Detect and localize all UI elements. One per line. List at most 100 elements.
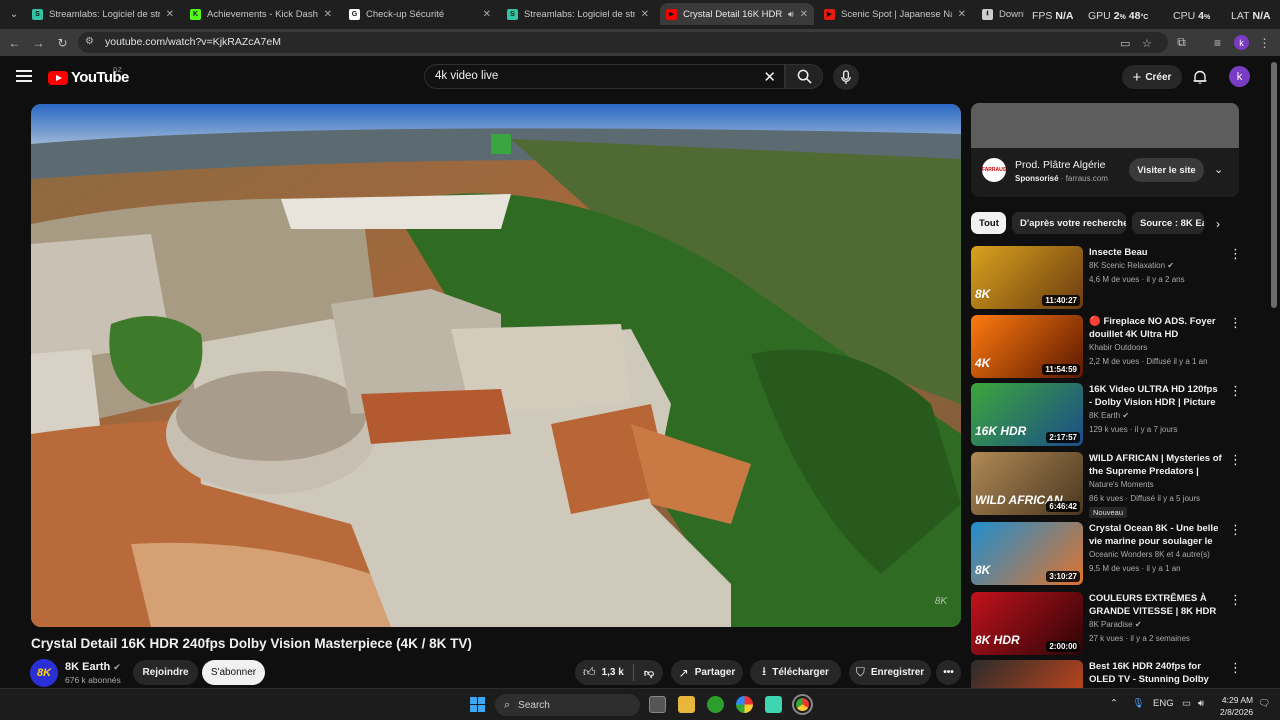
language-indicator[interactable]: ENG xyxy=(1153,698,1174,709)
video-thumbnail[interactable]: WILD AFRICAN 6:46:42 xyxy=(971,452,1083,515)
streamlabs-icon[interactable] xyxy=(765,696,782,713)
account-avatar[interactable]: k xyxy=(1229,66,1250,87)
address-bar[interactable]: ⚙ youtube.com/watch?v=KjkRAZcA7eM ▭ ☆ xyxy=(78,32,1168,53)
tab-close-icon[interactable]: ✕ xyxy=(483,9,491,20)
chrome-icon[interactable] xyxy=(736,696,753,713)
ad-title[interactable]: Prod. Plâtre Algérie xyxy=(1015,159,1105,171)
channel-name[interactable]: Nature's Moments xyxy=(1089,480,1154,489)
visit-site-button[interactable]: Visiter le site xyxy=(1129,158,1204,182)
more-options-icon[interactable]: ⋮ xyxy=(1229,592,1242,608)
browser-profile-avatar[interactable]: k xyxy=(1234,35,1249,50)
back-arrow-icon[interactable]: ← xyxy=(6,34,23,51)
taskbar-search[interactable]: ⌕ Search xyxy=(495,694,640,716)
browser-tab[interactable]: S Streamlabs: Logiciel de streamin ✕ xyxy=(26,3,180,25)
video-thumbnail[interactable]: 8K 11:40:27 xyxy=(971,246,1083,309)
channel-name[interactable]: 8K Scenic Relaxation ✔ xyxy=(1089,261,1174,270)
video-title[interactable]: WILD AFRICAN | Mysteries of the Supreme … xyxy=(1089,452,1223,478)
tab-close-icon[interactable]: ✕ xyxy=(800,9,808,20)
search-query[interactable]: 4k video live xyxy=(435,70,498,82)
video-thumbnail[interactable]: 4K 11:54:59 xyxy=(971,315,1083,378)
tab-close-icon[interactable]: ✕ xyxy=(958,9,966,20)
video-title[interactable]: Insecte Beau xyxy=(1089,246,1223,259)
more-options-icon[interactable]: ⋮ xyxy=(1229,315,1242,331)
browser-menu-icon[interactable]: ⋮ xyxy=(1256,34,1273,51)
site-info-icon[interactable]: ⚙ xyxy=(85,36,99,49)
clock[interactable]: 4:29 AM 2/8/2026 xyxy=(1220,694,1253,718)
video-player[interactable]: 8K xyxy=(31,104,961,627)
more-options-icon[interactable]: ⋮ xyxy=(1229,522,1242,538)
video-title[interactable]: Best 16K HDR 240fps for OLED TV - Stunni… xyxy=(1089,660,1223,686)
recommended-video[interactable]: 8K HDR 2:00:00 COULEURS EXTRÊMES À GRANDE … xyxy=(971,592,1251,656)
search-button[interactable] xyxy=(785,64,823,89)
download-button[interactable]: ⭳ Télécharger xyxy=(750,660,841,685)
browser-tab[interactable]: S Streamlabs: Logiciel de streamin ✕ xyxy=(501,3,655,25)
recommended-video[interactable]: OLEDBest 16K HDR 240fps for OLED TV - St… xyxy=(971,660,1251,720)
channel-name[interactable]: 8K Earth ✔ xyxy=(65,661,121,673)
recommended-video[interactable]: 4K 11:54:59 🔴 Fireplace NO ADS. Foyer doui… xyxy=(971,315,1251,379)
forward-arrow-icon[interactable]: → xyxy=(30,34,47,51)
recommended-video[interactable]: WILD AFRICAN 6:46:42 WILD AFRICAN | Myster… xyxy=(971,452,1251,518)
voice-search-button[interactable] xyxy=(833,64,859,90)
search-input[interactable]: 4k video live ✕ xyxy=(424,64,785,89)
more-options-icon[interactable]: ⋮ xyxy=(1229,383,1242,399)
chip-from-search[interactable]: D'après votre recherche xyxy=(1012,212,1126,234)
video-title[interactable]: 16K Video ULTRA HD 120fps - Dolby Vision… xyxy=(1089,383,1223,409)
more-options-icon[interactable]: ⋮ xyxy=(1229,246,1242,262)
channel-name[interactable]: Oceanic Wonders 8K et 4 autre(s) xyxy=(1089,550,1210,559)
notifications-bell-icon[interactable] xyxy=(1192,69,1208,85)
tray-overflow-icon[interactable]: ⌃ xyxy=(1110,698,1118,709)
share-button[interactable]: ↗ Partager xyxy=(671,660,743,685)
cast-icon[interactable]: ▭ xyxy=(1120,37,1130,50)
channel-name[interactable]: 8K Earth ✔ xyxy=(1089,411,1129,420)
volume-icon[interactable]: 🔊︎ xyxy=(1198,698,1204,709)
video-thumbnail[interactable]: 16K HDR 2:17:57 xyxy=(971,383,1083,446)
tab-close-icon[interactable]: ✕ xyxy=(324,9,332,20)
windows-start-icon[interactable] xyxy=(470,697,485,712)
video-title[interactable]: Crystal Ocean 8K - Une belle vie marine … xyxy=(1089,522,1223,548)
recommended-video[interactable]: 8K 11:40:27 Insecte Beau 8K Scenic Relaxati… xyxy=(971,246,1251,310)
browser-tab[interactable]: ⭳ Download histor xyxy=(976,3,1030,25)
microphone-tray-icon[interactable]: 🎙︎ xyxy=(1132,698,1144,709)
save-button[interactable]: ⛉ Enregistrer xyxy=(849,660,931,685)
like-count[interactable]: 1,3 k xyxy=(602,667,624,678)
reading-list-icon[interactable]: ≡ xyxy=(1209,34,1226,51)
more-options-icon[interactable]: ⋮ xyxy=(1229,660,1242,676)
browser-tab[interactable]: ▶ Scenic Spot | Japanese Nature ✕ xyxy=(818,3,972,25)
xbox-icon[interactable] xyxy=(707,696,724,713)
dislike-button[interactable]: 👎︎ xyxy=(635,660,663,685)
extensions-icon[interactable]: ⧉ xyxy=(1173,34,1190,51)
channel-name[interactable]: 8K Paradise ✔ xyxy=(1089,620,1142,629)
video-thumbnail[interactable]: 8K HDR 2:00:00 xyxy=(971,592,1083,655)
chips-next-arrow-icon[interactable]: › xyxy=(1216,217,1220,231)
thumbs-up-icon[interactable]: 👍︎ xyxy=(583,665,596,680)
video-title[interactable]: 🔴 Fireplace NO ADS. Foyer douillet 4K Ul… xyxy=(1089,315,1223,341)
join-button[interactable]: Rejoindre xyxy=(133,660,198,685)
tab-close-icon[interactable]: ✕ xyxy=(641,9,649,20)
url-text[interactable]: youtube.com/watch?v=KjkRAZcA7eM xyxy=(105,36,281,48)
bookmark-star-icon[interactable]: ☆ xyxy=(1142,37,1152,50)
notification-center-icon[interactable]: 🗨︎ xyxy=(1258,698,1270,709)
task-view-icon[interactable] xyxy=(649,696,666,713)
recommended-video[interactable]: 8K 3:10:27 Crystal Ocean 8K - Une belle vi… xyxy=(971,522,1251,586)
video-thumbnail[interactable]: 8K 3:10:27 xyxy=(971,522,1083,585)
tab-search-chevron-icon[interactable]: ⌄ xyxy=(5,5,23,23)
clear-search-icon[interactable]: ✕ xyxy=(763,68,776,86)
chrome-active-icon[interactable] xyxy=(792,694,813,715)
video-title[interactable]: COULEURS EXTRÊMES À GRANDE VITESSE | 8K … xyxy=(1089,592,1223,618)
subscribe-button[interactable]: S'abonner xyxy=(202,660,265,685)
tab-audio-icon[interactable]: 🔊︎ xyxy=(788,9,794,20)
tab-close-icon[interactable]: ✕ xyxy=(166,9,174,20)
channel-name[interactable]: Khabir Outdoors xyxy=(1089,343,1147,352)
file-explorer-icon[interactable] xyxy=(678,696,695,713)
page-scrollbar[interactable] xyxy=(1271,62,1277,308)
browser-tab[interactable]: ▶ Crystal Detail 16K HDR 240fps 🔊︎ ✕ xyxy=(660,3,814,25)
chevron-down-icon[interactable]: ⌄ xyxy=(1214,163,1223,176)
reload-icon[interactable]: ↻ xyxy=(54,34,71,51)
sponsored-ad-card[interactable]: FARRAUS Prod. Plâtre Algérie Sponsorisé … xyxy=(971,103,1239,197)
more-options-icon[interactable]: ⋮ xyxy=(1229,452,1242,468)
channel-avatar[interactable]: 8K xyxy=(30,659,58,687)
guide-menu-icon[interactable] xyxy=(16,70,32,82)
browser-tab[interactable]: K Achievements - Kick Dashboard ✕ xyxy=(184,3,338,25)
recommended-video[interactable]: 16K HDR 2:17:57 16K Video ULTRA HD 120fps … xyxy=(971,383,1251,447)
create-button[interactable]: + Créer xyxy=(1122,65,1182,89)
